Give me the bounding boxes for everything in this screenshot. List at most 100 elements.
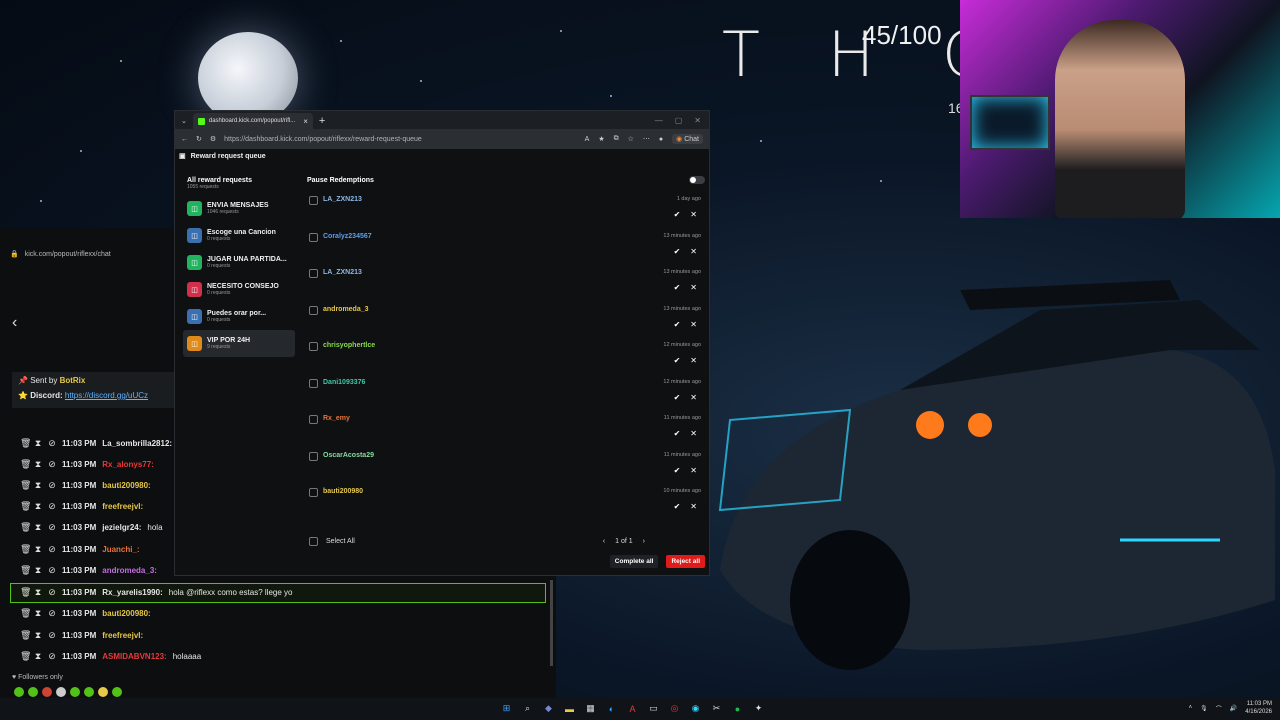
sidebar-reward-item[interactable]: ◫ NECESITO CONSEJO 0 requests (183, 276, 295, 303)
emote-icon[interactable] (84, 687, 94, 697)
discord-link[interactable]: https://discord.gg/uUCz (65, 391, 148, 400)
trash-icon[interactable]: 🗑 (20, 630, 31, 641)
timeout-icon[interactable]: ⧗ (34, 522, 42, 533)
message-user[interactable]: bauti200980: (102, 609, 150, 618)
approve-check-icon[interactable]: ✔ (674, 210, 681, 219)
adobe-icon[interactable]: A (626, 702, 639, 715)
message-user[interactable]: Juanchi_: (102, 545, 139, 554)
search-icon[interactable]: ⌕ (521, 702, 534, 715)
profile-icon[interactable]: ● (659, 136, 663, 143)
timeout-icon[interactable]: ⧗ (34, 501, 42, 512)
approve-check-icon[interactable]: ✔ (674, 247, 681, 256)
request-username[interactable]: chrisyophertlce (323, 342, 375, 349)
request-checkbox[interactable] (309, 378, 318, 388)
message-user[interactable]: jezielgr24: (102, 523, 141, 532)
request-checkbox[interactable] (309, 196, 318, 205)
app-icon[interactable]: ▭ (647, 702, 660, 715)
sidebar-reward-item[interactable]: ◫ JUGAR UNA PARTIDA... 0 requests (183, 249, 295, 276)
request-username[interactable]: LA_ZXN213 (323, 269, 362, 276)
wifi-icon[interactable]: ⌒ (1216, 704, 1222, 713)
chat-address-bar[interactable]: 🔒 kick.com/popout/riflexx/chat (10, 250, 111, 259)
back-icon[interactable]: ← (181, 136, 188, 143)
ban-icon[interactable]: ⊘ (48, 501, 56, 512)
sidebar-reward-item[interactable]: ◫ Escoge una Cancion 0 requests (183, 222, 295, 249)
approve-check-icon[interactable]: ✔ (674, 356, 681, 365)
select-all-checkbox[interactable] (309, 536, 318, 546)
extensions-icon[interactable]: ⧉ (614, 135, 619, 143)
trash-icon[interactable]: 🗑 (20, 544, 31, 555)
timeout-icon[interactable]: ⧗ (34, 630, 42, 641)
close-window-icon[interactable]: ✕ (694, 116, 701, 125)
chevron-left-icon[interactable]: ‹ (12, 314, 17, 332)
reject-x-icon[interactable]: ✕ (690, 466, 697, 475)
chevron-up-icon[interactable]: ˄ (1189, 705, 1193, 711)
timeout-icon[interactable]: ⧗ (34, 438, 42, 449)
emote-icon[interactable] (98, 687, 108, 697)
trash-icon[interactable]: 🗑 (20, 587, 31, 598)
reject-x-icon[interactable]: ✕ (690, 356, 697, 365)
app-icon[interactable]: ✦ (752, 702, 765, 715)
spotify-icon[interactable]: ● (731, 702, 744, 715)
message-user[interactable]: freefreejvl: (102, 502, 143, 511)
sidebar-reward-item[interactable]: ◫ ENVIA MENSAJES 1046 requests (183, 195, 295, 222)
reject-x-icon[interactable]: ✕ (690, 429, 697, 438)
emote-bar[interactable] (14, 687, 122, 697)
trash-icon[interactable]: 🗑 (20, 608, 31, 619)
trash-icon[interactable]: 🗑 (20, 522, 31, 533)
timeout-icon[interactable]: ⧗ (34, 651, 42, 662)
ban-icon[interactable]: ⊘ (48, 480, 56, 491)
mic-icon[interactable]: 🎙 (1200, 705, 1208, 712)
emote-icon[interactable] (42, 687, 52, 697)
message-user[interactable]: bauti200980: (102, 481, 150, 490)
message-user[interactable]: Rx_alonys77: (102, 460, 154, 469)
maximize-icon[interactable]: ▢ (675, 116, 683, 125)
request-checkbox[interactable] (309, 488, 318, 497)
request-username[interactable]: bauti200980 (323, 488, 363, 495)
reject-x-icon[interactable]: ✕ (690, 393, 697, 402)
next-page-icon[interactable]: › (643, 538, 645, 545)
site-info-icon[interactable]: ⚙ (210, 135, 216, 143)
volume-icon[interactable]: 🔊 (1230, 705, 1237, 712)
approve-check-icon[interactable]: ✔ (674, 429, 681, 438)
trash-icon[interactable]: 🗑 (20, 438, 31, 449)
ban-icon[interactable]: ⊘ (48, 544, 56, 555)
file-explorer-icon[interactable]: ▬ (563, 702, 576, 715)
approve-check-icon[interactable]: ✔ (674, 283, 681, 292)
message-user[interactable]: ASMIDABVN123: (102, 652, 166, 661)
reject-x-icon[interactable]: ✕ (690, 283, 697, 292)
windows-start-icon[interactable]: ⊞ (500, 702, 513, 715)
complete-all-button[interactable]: Complete all (609, 555, 659, 568)
reject-x-icon[interactable]: ✕ (690, 247, 697, 256)
discord-icon[interactable]: ◆ (542, 702, 555, 715)
request-checkbox[interactable] (309, 269, 318, 278)
timeout-icon[interactable]: ⧗ (34, 459, 42, 470)
reject-all-button[interactable]: Reject all (666, 555, 705, 568)
message-user[interactable]: freefreejvl: (102, 631, 143, 640)
tab-menu-icon[interactable]: ⌄ (181, 117, 187, 125)
trash-icon[interactable]: 🗑 (20, 459, 31, 470)
obs-icon[interactable]: ◎ (668, 702, 681, 715)
ban-icon[interactable]: ⊘ (48, 522, 56, 533)
clock[interactable]: 11:03 PM 4/16/2026 (1245, 700, 1272, 716)
trash-icon[interactable]: 🗑 (20, 501, 31, 512)
pause-redemptions-toggle[interactable] (689, 176, 705, 184)
trash-icon[interactable]: 🗑 (20, 565, 31, 576)
app-icon[interactable]: ▦ (584, 702, 597, 715)
request-checkbox[interactable] (309, 232, 318, 242)
read-aloud-icon[interactable]: A (585, 136, 590, 143)
browser-tab[interactable]: dashboard.kick.com/popout/rifl... × (192, 113, 313, 129)
emote-icon[interactable] (70, 687, 80, 697)
minimize-icon[interactable]: — (655, 116, 663, 125)
emote-icon[interactable] (56, 687, 66, 697)
request-checkbox[interactable] (309, 342, 318, 351)
reject-x-icon[interactable]: ✕ (690, 502, 697, 511)
request-username[interactable]: Dani1093376 (323, 379, 365, 386)
all-requests-label[interactable]: All reward requests (187, 177, 295, 184)
approve-check-icon[interactable]: ✔ (674, 502, 681, 511)
timeout-icon[interactable]: ⧗ (34, 587, 42, 598)
edge-icon[interactable]: ◉ (689, 702, 702, 715)
trash-icon[interactable]: 🗑 (20, 651, 31, 662)
request-username[interactable]: andromeda_3 (323, 306, 369, 313)
chat-scrollbar[interactable] (550, 580, 553, 666)
ban-icon[interactable]: ⊘ (48, 630, 56, 641)
